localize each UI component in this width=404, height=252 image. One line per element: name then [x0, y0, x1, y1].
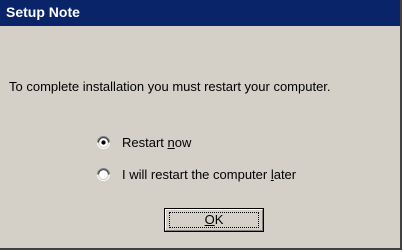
- ok-label-rest: K: [214, 212, 224, 227]
- restart-now-label-suffix: ow: [174, 135, 192, 150]
- radio-selected-icon[interactable]: [97, 136, 110, 149]
- ok-accel-key: O: [204, 212, 215, 227]
- restart-now-label-prefix: Restart: [122, 135, 168, 150]
- dialog-title: Setup Note: [6, 4, 80, 20]
- radio-unselected-icon[interactable]: [97, 168, 110, 181]
- restart-later-label: I will restart the computer later: [122, 167, 296, 182]
- restart-later-label-suffix: ater: [273, 167, 297, 182]
- restart-now-accel-key: n: [167, 135, 175, 150]
- title-bar[interactable]: Setup Note: [0, 0, 400, 26]
- restart-now-label: Restart now: [122, 135, 191, 150]
- ok-button-label: OK: [165, 212, 263, 227]
- restart-later-label-prefix: I will restart the computer: [122, 167, 271, 182]
- ok-button[interactable]: OK: [164, 208, 264, 232]
- restart-message: To complete installation you must restar…: [9, 79, 331, 94]
- setup-note-dialog: Setup Note To complete installation you …: [0, 0, 402, 250]
